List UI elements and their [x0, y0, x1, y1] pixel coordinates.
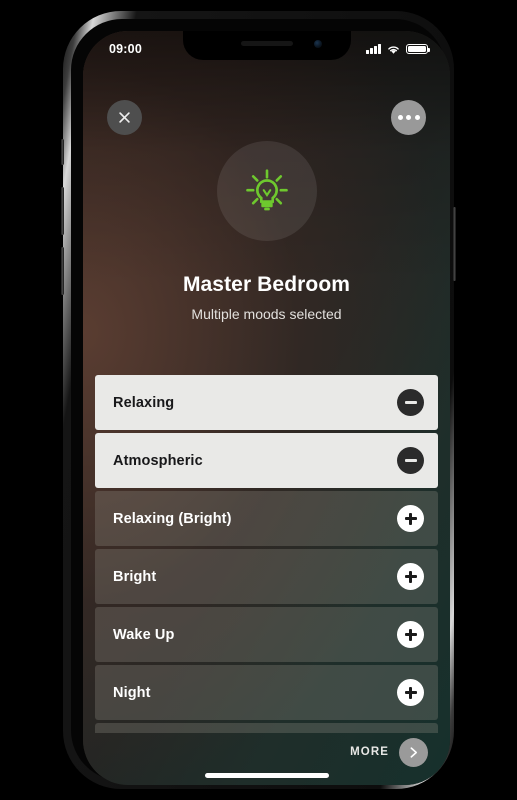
plus-icon[interactable]	[397, 621, 424, 648]
lightbulb-icon	[245, 169, 288, 211]
mood-label: Night	[113, 684, 151, 701]
mood-label: Atmospheric	[113, 452, 203, 469]
status-time: 09:00	[109, 42, 142, 56]
list-item[interactable]: Atmospheric	[95, 433, 438, 488]
plus-icon[interactable]	[397, 563, 424, 590]
mood-list[interactable]: Relaxing Atmospheric Relaxing (Bright) B…	[95, 375, 438, 733]
close-button[interactable]	[107, 100, 142, 135]
battery-full-icon	[406, 43, 431, 55]
close-x-icon	[119, 112, 130, 123]
plus-icon[interactable]	[397, 679, 424, 706]
mood-label: Relaxing	[113, 394, 175, 411]
phone-screen: 09:00 Master Bedroom Multiple moods sele…	[83, 31, 450, 785]
phone-frame: 09:00 Master Bedroom Multiple moods sele…	[61, 11, 456, 789]
room-hero: Master Bedroom Multiple moods selected	[83, 141, 450, 322]
overflow-menu-button[interactable]	[391, 100, 426, 135]
mute-switch[interactable]	[61, 139, 64, 165]
list-item[interactable]: Bright	[95, 549, 438, 604]
volume-down-button[interactable]	[61, 247, 64, 295]
list-item[interactable]: Relaxing	[95, 375, 438, 430]
volume-up-button[interactable]	[61, 187, 64, 235]
wifi-icon	[388, 45, 399, 54]
page-subtitle: Multiple moods selected	[191, 306, 342, 322]
device-notch	[182, 31, 351, 60]
minus-icon[interactable]	[397, 447, 424, 474]
cellular-bars-icon	[366, 44, 381, 54]
home-indicator[interactable]	[204, 773, 329, 778]
more-dots-icon	[397, 115, 420, 120]
earpiece-speaker-icon	[240, 41, 293, 46]
more-label: MORE	[350, 746, 389, 758]
list-item[interactable]: Wake Up	[95, 607, 438, 662]
page-title: Master Bedroom	[182, 273, 351, 296]
mood-label: Wake Up	[113, 626, 175, 643]
list-item[interactable]: Relaxing (Bright)	[95, 491, 438, 546]
mood-label: Relaxing (Bright)	[113, 510, 232, 527]
front-camera-icon	[313, 40, 322, 48]
list-item[interactable]: Night	[95, 665, 438, 720]
room-icon-circle	[216, 141, 317, 241]
mood-label: Bright	[113, 568, 157, 585]
status-indicators	[366, 43, 431, 55]
plus-icon[interactable]	[397, 505, 424, 532]
more-button[interactable]	[399, 737, 428, 767]
phone-bezel: 09:00 Master Bedroom Multiple moods sele…	[71, 19, 450, 785]
power-button[interactable]	[453, 207, 456, 281]
chevron-right-icon	[410, 746, 418, 758]
minus-icon[interactable]	[397, 389, 424, 416]
